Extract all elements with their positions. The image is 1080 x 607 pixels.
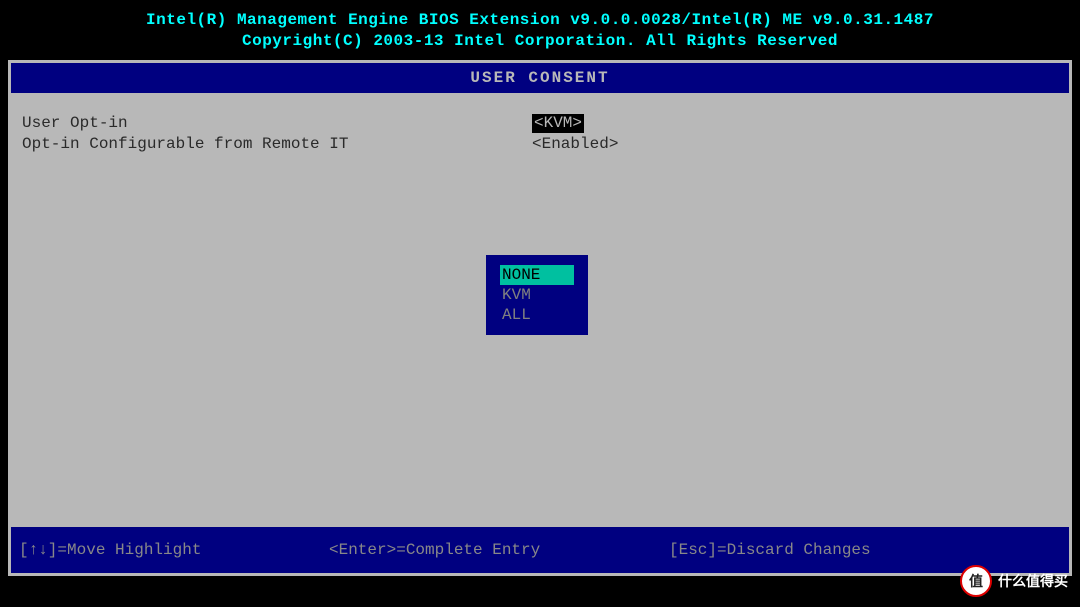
popup-item-kvm[interactable]: KVM xyxy=(500,285,574,305)
page-title: USER CONSENT xyxy=(8,60,1072,96)
bios-header: Intel(R) Management Engine BIOS Extensio… xyxy=(4,4,1076,56)
header-line2: Copyright(C) 2003-13 Intel Corporation. … xyxy=(4,31,1076,52)
setting-label: User Opt-in xyxy=(22,114,532,133)
popup-item-none[interactable]: NONE xyxy=(500,265,574,285)
footer-help: [↑↓]=Move Highlight <Enter>=Complete Ent… xyxy=(8,524,1072,576)
watermark-badge-icon: 值 xyxy=(960,565,992,597)
help-enter: <Enter>=Complete Entry xyxy=(329,541,669,559)
setting-value[interactable]: <KVM> xyxy=(532,114,584,133)
help-esc: [Esc]=Discard Changes xyxy=(669,541,1061,559)
setting-label: Opt-in Configurable from Remote IT xyxy=(22,135,532,154)
setting-row[interactable]: User Opt-in <KVM> xyxy=(22,114,1058,133)
content-area: User Opt-in <KVM> Opt-in Configurable fr… xyxy=(8,96,1072,524)
header-line1: Intel(R) Management Engine BIOS Extensio… xyxy=(4,10,1076,31)
setting-row[interactable]: Opt-in Configurable from Remote IT <Enab… xyxy=(22,135,1058,154)
watermark-text: 什么值得买 xyxy=(998,571,1068,591)
help-move: [↑↓]=Move Highlight xyxy=(19,541,329,559)
option-popup: NONE KVM ALL xyxy=(482,251,592,339)
watermark: 值 什么值得买 xyxy=(960,565,1068,597)
popup-item-all[interactable]: ALL xyxy=(500,305,574,325)
setting-value[interactable]: <Enabled> xyxy=(532,135,618,154)
